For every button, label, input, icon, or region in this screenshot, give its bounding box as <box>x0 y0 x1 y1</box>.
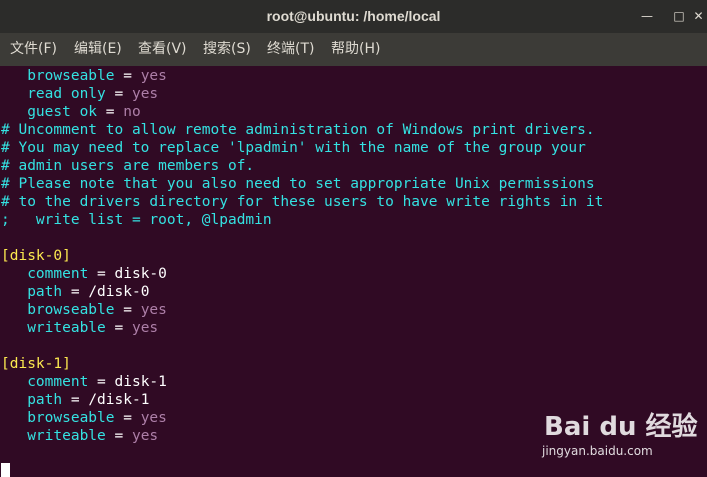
comment-text: ; write list = root, @lpadmin <box>1 212 272 228</box>
equals-sign: = <box>62 284 89 300</box>
window-title: root@ubuntu: /home/local <box>266 8 441 24</box>
terminal-line: browseable = yes <box>1 409 167 427</box>
comment-text: # You may need to replace 'lpadmin' with… <box>1 140 586 156</box>
config-key: writeable <box>1 320 106 336</box>
terminal-line: guest ok = no <box>1 103 141 121</box>
comment-text: # to the drivers directory for these use… <box>1 194 604 210</box>
section-header: [disk-1] <box>1 356 71 372</box>
menu-edit[interactable]: 编辑(E) <box>74 33 122 66</box>
config-value: /disk-0 <box>88 284 150 300</box>
config-value: yes <box>131 86 159 102</box>
config-value: disk-1 <box>114 374 167 390</box>
menu-help[interactable]: 帮助(H) <box>331 33 380 66</box>
equals-sign: = <box>114 410 141 426</box>
config-value: no <box>123 104 141 120</box>
watermark-brand: Bai du 经验 <box>544 412 698 442</box>
comment-text: # Uncomment to allow remote administrati… <box>1 122 595 138</box>
terminal-line: ; write list = root, @lpadmin <box>1 211 272 229</box>
terminal-line: [disk-1] <box>1 355 71 373</box>
equals-sign: = <box>88 374 115 390</box>
equals-sign: = <box>114 68 141 84</box>
terminal-line: path = /disk-0 <box>1 283 149 301</box>
config-key: browseable <box>1 410 115 426</box>
comment-text: # admin users are members of. <box>1 158 255 174</box>
equals-sign: = <box>62 392 89 408</box>
config-key: browseable <box>1 302 115 318</box>
equals-sign: = <box>88 266 115 282</box>
terminal-line: writeable = yes <box>1 427 158 445</box>
equals-sign: = <box>105 86 132 102</box>
terminal-line: # to the drivers directory for these use… <box>1 193 603 211</box>
terminal-line: writeable = yes <box>1 319 158 337</box>
terminal-line: # Please note that you also need to set … <box>1 175 595 193</box>
config-value: /disk-1 <box>88 392 150 408</box>
config-value: yes <box>140 302 167 318</box>
terminal-line: comment = disk-0 <box>1 265 167 283</box>
minimize-icon[interactable]: — <box>638 7 656 25</box>
config-key: path <box>1 392 63 408</box>
config-key: guest ok <box>1 104 98 120</box>
menu-terminal[interactable]: 终端(T) <box>267 33 314 66</box>
config-value: yes <box>140 68 167 84</box>
window-titlebar[interactable]: root@ubuntu: /home/local — □ ✕ <box>0 0 707 33</box>
menu-file[interactable]: 文件(F) <box>10 33 57 66</box>
terminal-cursor <box>1 463 10 477</box>
maximize-icon[interactable]: □ <box>670 7 688 25</box>
config-value: yes <box>140 410 167 426</box>
terminal-line: [disk-0] <box>1 247 71 265</box>
section-header: [disk-0] <box>1 248 71 264</box>
config-key: comment <box>1 374 89 390</box>
terminal-line: # Uncomment to allow remote administrati… <box>1 121 595 139</box>
config-key: path <box>1 284 63 300</box>
terminal-line: path = /disk-1 <box>1 391 149 409</box>
equals-sign: = <box>105 320 132 336</box>
equals-sign: = <box>105 428 132 444</box>
baidu-jingyan-watermark: Bai du 经验 jingyan.baidu.com <box>540 402 700 464</box>
config-value: yes <box>131 428 159 444</box>
terminal-scrollbar[interactable] <box>700 66 707 477</box>
config-value: disk-0 <box>114 266 167 282</box>
config-key: writeable <box>1 428 106 444</box>
watermark-url: jingyan.baidu.com <box>542 444 653 458</box>
terminal-line: read only = yes <box>1 85 158 103</box>
menu-bar: 文件(F) 编辑(E) 查看(V) 搜索(S) 终端(T) 帮助(H) <box>0 33 707 66</box>
terminal-line: # You may need to replace 'lpadmin' with… <box>1 139 586 157</box>
terminal-line: browseable = yes <box>1 67 167 85</box>
equals-sign: = <box>114 302 141 318</box>
config-value: yes <box>131 320 159 336</box>
config-key: browseable <box>1 68 115 84</box>
menu-search[interactable]: 搜索(S) <box>203 33 251 66</box>
equals-sign: = <box>97 104 124 120</box>
terminal-line: # admin users are members of. <box>1 157 254 175</box>
menu-view[interactable]: 查看(V) <box>138 33 187 66</box>
comment-text: # Please note that you also need to set … <box>1 176 595 192</box>
config-key: comment <box>1 266 89 282</box>
terminal-line: comment = disk-1 <box>1 373 167 391</box>
terminal-line: browseable = yes <box>1 301 167 319</box>
close-icon[interactable]: ✕ <box>690 7 707 25</box>
config-key: read only <box>1 86 106 102</box>
